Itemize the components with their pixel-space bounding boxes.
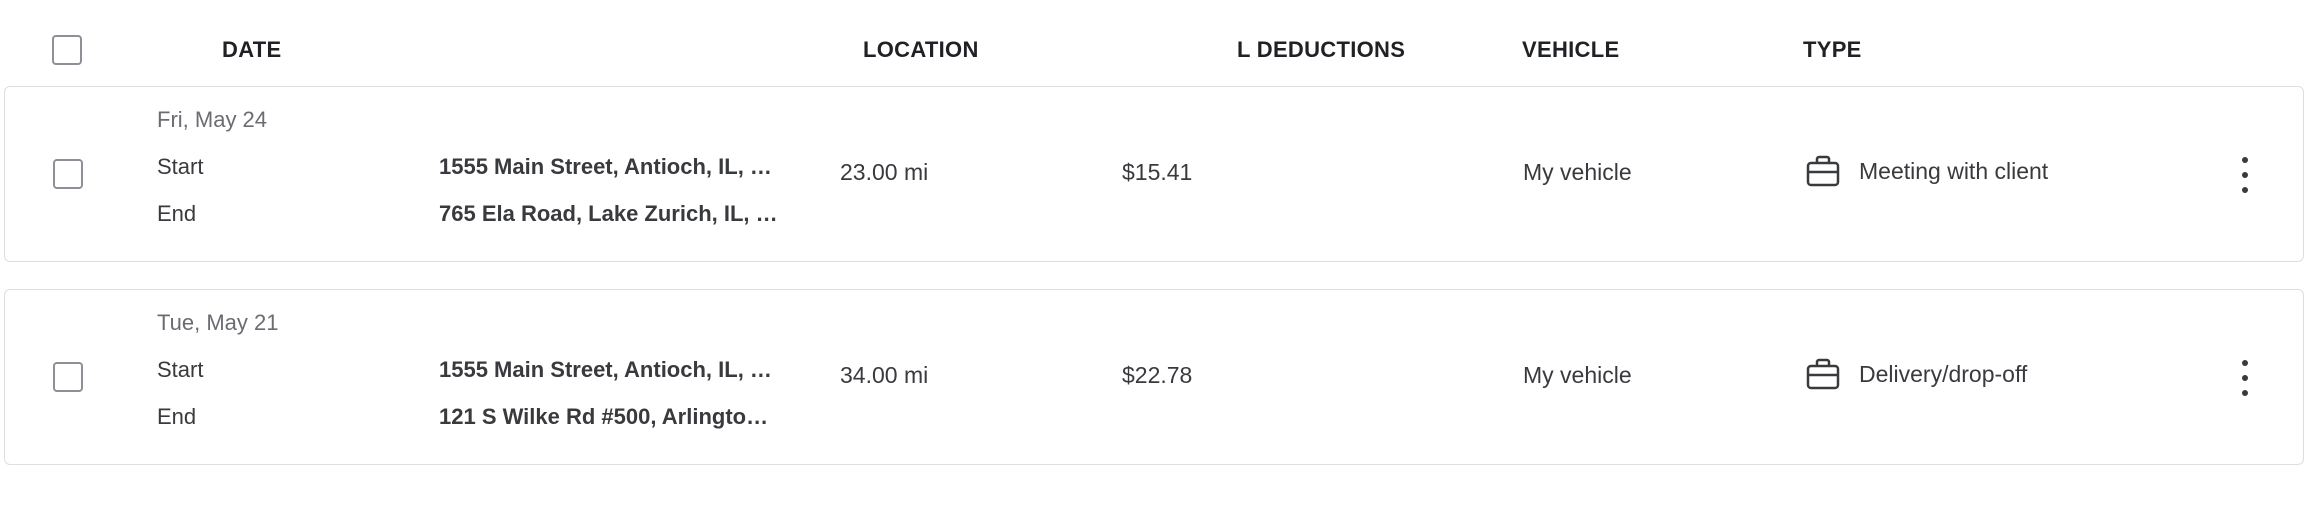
end-label: End — [157, 404, 197, 429]
header-type[interactable]: TYPE — [1803, 37, 1862, 63]
trips-table: DATE LOCATION L DEDUCTIONS VEHICLE TYPE … — [0, 0, 2308, 505]
trip-distance: 23.00 mi — [840, 159, 929, 185]
trip-type-label: Delivery/drop-off — [1859, 360, 2028, 387]
header-location[interactable]: LOCATION — [863, 37, 979, 63]
end-address: 765 Ela Road, Lake Zurich, IL, … — [439, 201, 778, 226]
trip-vehicle: My vehicle — [1523, 159, 1632, 185]
start-label: Start — [157, 357, 204, 382]
select-all-checkbox[interactable] — [52, 35, 82, 65]
trip-date: Fri, May 24 — [157, 107, 268, 132]
start-label: Start — [157, 154, 204, 179]
row-checkbox[interactable] — [53, 159, 83, 189]
trip-type-label: Meeting with client — [1859, 157, 2049, 184]
trip-type[interactable]: Meeting with client — [1805, 153, 2048, 189]
header-date[interactable]: DATE — [222, 37, 281, 63]
header-vehicle[interactable]: VEHICLE — [1522, 37, 1619, 63]
trip-deduction: $15.41 — [1122, 159, 1193, 185]
trip-deduction: $22.78 — [1122, 362, 1193, 388]
end-address: 121 S Wilke Rd #500, Arlingto… — [439, 404, 769, 429]
table-row[interactable]: Fri, May 24 Start End 1555 Main Street, … — [4, 86, 2304, 262]
more-options-icon[interactable] — [2233, 157, 2257, 193]
start-address: 1555 Main Street, Antioch, IL, … — [439, 357, 772, 382]
table-row[interactable]: Tue, May 21 Start End 1555 Main Street, … — [4, 289, 2304, 465]
trip-vehicle: My vehicle — [1523, 362, 1632, 388]
start-address: 1555 Main Street, Antioch, IL, … — [439, 154, 772, 179]
trip-distance: 34.00 mi — [840, 362, 929, 388]
trip-type[interactable]: Delivery/drop-off — [1805, 356, 2027, 392]
row-checkbox[interactable] — [53, 362, 83, 392]
briefcase-icon — [1805, 153, 1841, 189]
trip-date: Tue, May 21 — [157, 310, 279, 335]
header-deductions[interactable]: L DEDUCTIONS — [1237, 37, 1405, 63]
table-header: DATE LOCATION L DEDUCTIONS VEHICLE TYPE — [0, 0, 2308, 86]
end-label: End — [157, 201, 197, 226]
more-options-icon[interactable] — [2233, 360, 2257, 396]
briefcase-icon — [1805, 356, 1841, 392]
